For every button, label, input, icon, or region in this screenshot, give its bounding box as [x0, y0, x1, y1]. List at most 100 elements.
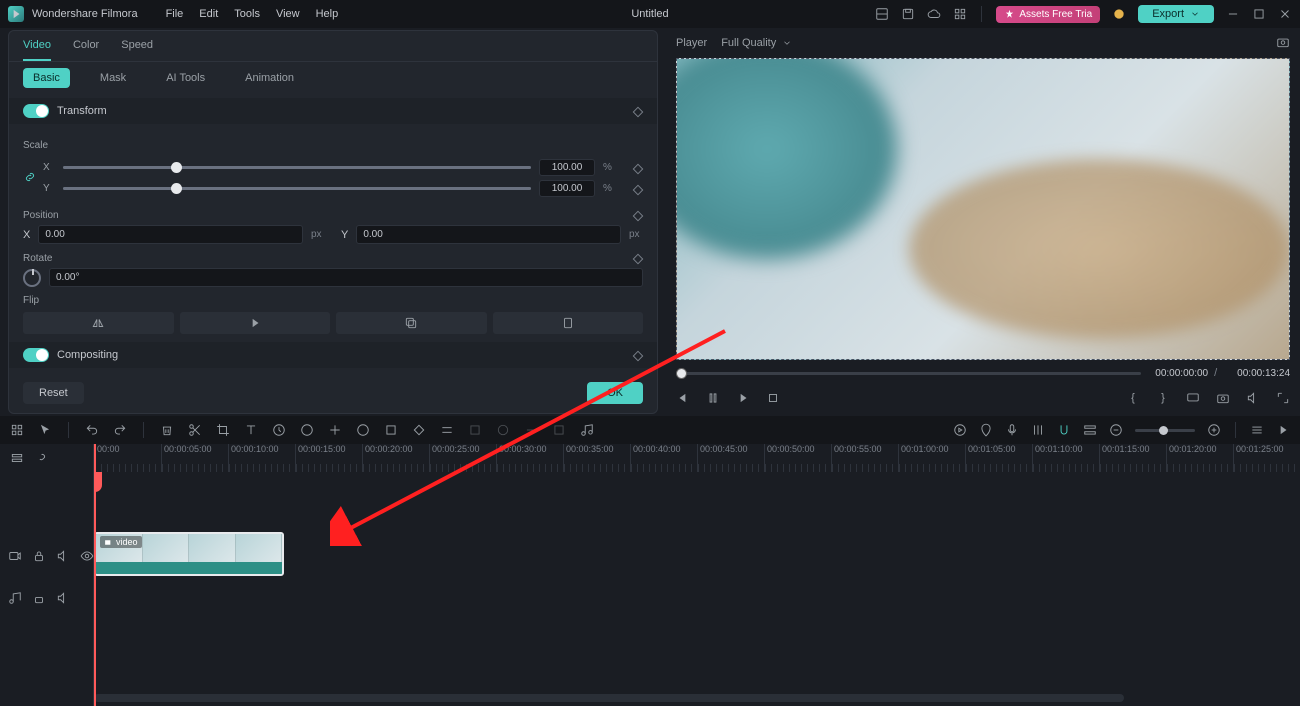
rotate-keyframe-icon[interactable] [631, 252, 643, 264]
cloud-icon[interactable] [927, 7, 941, 21]
crop2-icon[interactable] [384, 423, 398, 437]
transform-label: Transform [57, 105, 107, 117]
delete-icon[interactable] [160, 423, 174, 437]
scale-x-keyframe-icon[interactable] [631, 162, 643, 174]
track-mute-icon[interactable] [56, 549, 70, 563]
adjust-icon[interactable] [440, 423, 454, 437]
flip-paste-button[interactable] [493, 312, 644, 334]
rotate-dial[interactable] [23, 269, 41, 287]
zoom-out-icon[interactable] [1109, 423, 1123, 437]
more-icon[interactable] [1276, 423, 1290, 437]
mark-in-icon[interactable]: { [1126, 391, 1140, 405]
scale-y-keyframe-icon[interactable] [631, 183, 643, 195]
track-view-icon[interactable] [1083, 423, 1097, 437]
video-clip[interactable]: video [94, 532, 284, 576]
render-icon[interactable] [953, 423, 967, 437]
export-button[interactable]: Export [1138, 5, 1214, 23]
track-lock-icon[interactable] [32, 549, 46, 563]
quality-selector[interactable]: Full Quality [721, 37, 792, 49]
playhead[interactable] [94, 444, 96, 706]
assets-free-trial-button[interactable]: Assets Free Tria [996, 6, 1100, 23]
menu-tools[interactable]: Tools [234, 8, 260, 20]
track-link-icon[interactable] [34, 451, 48, 465]
audio-tool-icon[interactable] [580, 423, 594, 437]
speed-icon[interactable] [272, 423, 286, 437]
redo-icon[interactable] [113, 423, 127, 437]
menu-help[interactable]: Help [316, 8, 339, 20]
subtab-basic[interactable]: Basic [23, 68, 70, 88]
color-icon[interactable] [300, 423, 314, 437]
ok-button[interactable]: OK [587, 382, 643, 404]
track-size-icon[interactable] [1250, 423, 1264, 437]
display-icon[interactable] [1186, 391, 1200, 405]
snapshot-icon[interactable] [1276, 35, 1290, 52]
mark-out-icon[interactable]: } [1156, 391, 1170, 405]
voiceover-icon[interactable] [1005, 423, 1019, 437]
volume-icon[interactable] [1246, 391, 1260, 405]
marker-icon[interactable] [979, 423, 993, 437]
transform-toggle[interactable] [23, 104, 49, 118]
tab-video[interactable]: Video [23, 39, 51, 61]
position-y-input[interactable] [356, 225, 621, 244]
transform-keyframe-icon[interactable] [631, 105, 643, 117]
menu-edit[interactable]: Edit [199, 8, 218, 20]
fullscreen-icon[interactable] [1276, 391, 1290, 405]
link-axes-icon[interactable] [23, 170, 37, 187]
effects-icon[interactable] [328, 423, 342, 437]
tab-color[interactable]: Color [73, 39, 99, 61]
flip-copy-button[interactable] [336, 312, 487, 334]
crop-icon[interactable] [216, 423, 230, 437]
position-x-input[interactable] [38, 225, 303, 244]
timeline-scrollbar[interactable] [94, 694, 1124, 702]
menu-bar: File Edit Tools View Help [166, 8, 339, 20]
maximize-button[interactable] [1252, 7, 1266, 21]
time-ruler[interactable]: 00:0000:00:05:0000:00:10:0000:00:15:0000… [94, 444, 1300, 472]
subtab-mask[interactable]: Mask [90, 68, 136, 88]
stop-button[interactable] [766, 391, 780, 405]
apps-icon[interactable] [953, 7, 967, 21]
duration-icon[interactable] [356, 423, 370, 437]
timeline-body[interactable]: 00:0000:00:05:0000:00:10:0000:00:15:0000… [94, 444, 1300, 706]
flip-vertical-button[interactable] [180, 312, 331, 334]
save-icon[interactable] [901, 7, 915, 21]
compositing-keyframe-icon[interactable] [631, 349, 643, 361]
scale-x-input[interactable] [539, 159, 595, 176]
position-keyframe-icon[interactable] [631, 209, 643, 221]
close-button[interactable] [1278, 7, 1292, 21]
preview-viewport[interactable] [676, 58, 1290, 360]
keyframe-icon[interactable] [412, 423, 426, 437]
reset-button[interactable]: Reset [23, 382, 84, 404]
menu-file[interactable]: File [166, 8, 184, 20]
track-manage-icon[interactable] [10, 451, 24, 465]
zoom-in-icon[interactable] [1207, 423, 1221, 437]
select-tool-icon[interactable] [10, 423, 24, 437]
audio-mute-icon[interactable] [56, 591, 70, 605]
next-frame-button[interactable] [736, 391, 750, 405]
minimize-button[interactable] [1226, 7, 1240, 21]
track-hide-icon[interactable] [80, 549, 94, 563]
zoom-slider[interactable] [1135, 429, 1195, 432]
tab-speed[interactable]: Speed [121, 39, 153, 61]
rotate-input[interactable] [49, 268, 643, 287]
menu-view[interactable]: View [276, 8, 300, 20]
scale-y-input[interactable] [539, 180, 595, 197]
undo-icon[interactable] [85, 423, 99, 437]
text-icon[interactable] [244, 423, 258, 437]
audio-lock-icon[interactable] [32, 591, 46, 605]
mixer-icon[interactable] [1031, 423, 1045, 437]
snap-icon[interactable] [1057, 423, 1071, 437]
split-icon[interactable] [188, 423, 202, 437]
snapshot2-icon[interactable] [1216, 391, 1230, 405]
layout-icon[interactable] [875, 7, 889, 21]
flip-horizontal-button[interactable] [23, 312, 174, 334]
subtab-animation[interactable]: Animation [235, 68, 304, 88]
scale-x-slider[interactable] [63, 166, 531, 169]
playback-scrubber[interactable] [676, 372, 1141, 375]
badge-icon[interactable] [1112, 7, 1126, 21]
pointer-tool-icon[interactable] [38, 423, 52, 437]
play-pause-button[interactable] [706, 391, 720, 405]
subtab-ai-tools[interactable]: AI Tools [156, 68, 215, 88]
prev-frame-button[interactable] [676, 391, 690, 405]
compositing-toggle[interactable] [23, 348, 49, 362]
scale-y-slider[interactable] [63, 187, 531, 190]
